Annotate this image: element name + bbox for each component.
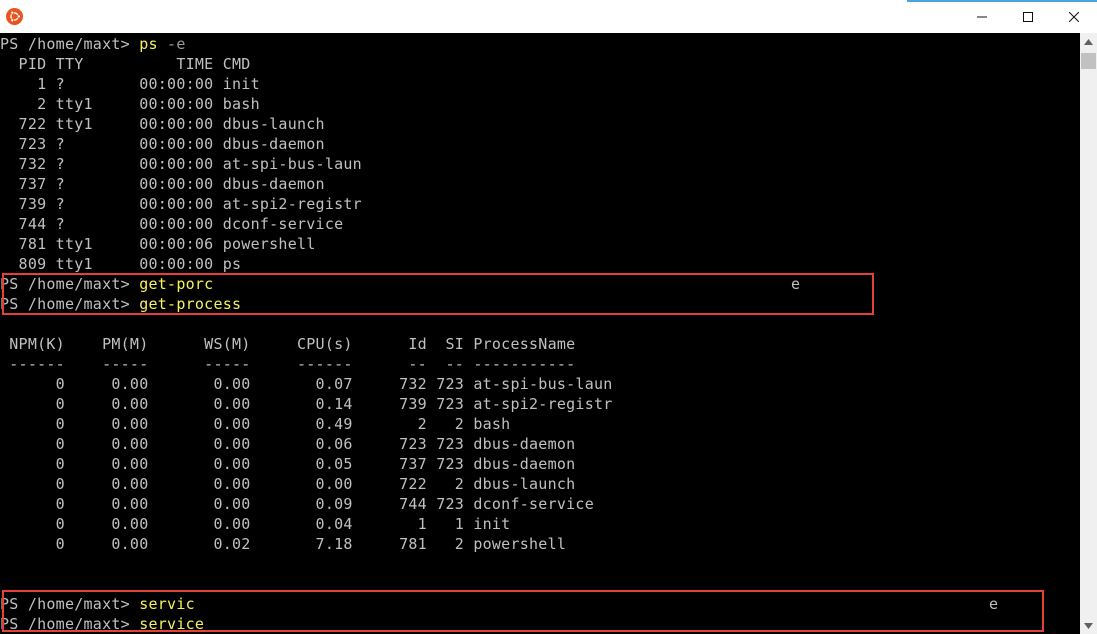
- terminal-window: PS /home/maxt> ps -e PID TTY TIME CMD 1 …: [0, 0, 1097, 634]
- ubuntu-icon: [6, 8, 23, 25]
- output-line: 0 0.00 0.00 0.07 732 723 at-spi-bus-laun: [0, 375, 613, 393]
- output-line: ------ ----- ----- ------ -- -- --------…: [0, 355, 576, 373]
- highlight-box-get-process: [2, 273, 874, 315]
- chevron-down-icon: [1084, 622, 1093, 629]
- output-line: 809 tty1 00:00:00 ps: [0, 255, 242, 273]
- output-line: 0 0.00 0.00 0.00 722 2 dbus-launch: [0, 475, 576, 493]
- highlight-box-service: [2, 590, 1044, 632]
- output-line: 0 0.00 0.00 0.05 737 723 dbus-daemon: [0, 455, 576, 473]
- output-line: 0 0.00 0.00 0.06 723 723 dbus-daemon: [0, 435, 576, 453]
- prompt-text: PS /home/maxt>: [0, 35, 140, 53]
- output-line: 0 0.00 0.02 7.18 781 2 powershell: [0, 535, 567, 553]
- command-args: -e: [157, 35, 186, 53]
- scroll-thumb[interactable]: [1081, 53, 1096, 69]
- output-line: PID TTY TIME CMD: [0, 55, 251, 73]
- close-button[interactable]: [1051, 0, 1097, 33]
- maximize-icon: [1023, 11, 1033, 22]
- chevron-up-icon: [1084, 38, 1093, 45]
- scroll-down-button[interactable]: [1080, 617, 1097, 634]
- output-line: 722 tty1 00:00:00 dbus-launch: [0, 115, 325, 133]
- output-line: 1 ? 00:00:00 init: [0, 75, 260, 93]
- output-line: 0 0.00 0.00 0.09 744 723 dconf-service: [0, 495, 594, 513]
- minimize-icon: [977, 16, 987, 17]
- output-line: 0 0.00 0.00 0.14 739 723 at-spi2-registr: [0, 395, 613, 413]
- output-line: 0 0.00 0.00 0.49 2 2 bash: [0, 415, 511, 433]
- vertical-scrollbar[interactable]: [1080, 33, 1097, 634]
- output-line: 2 tty1 00:00:00 bash: [0, 95, 260, 113]
- output-line: 737 ? 00:00:00 dbus-daemon: [0, 175, 325, 193]
- prompt-line: PS /home/maxt> ps -e: [0, 34, 186, 54]
- scroll-up-button[interactable]: [1080, 33, 1097, 50]
- close-icon: [1069, 11, 1079, 22]
- maximize-button[interactable]: [1005, 0, 1051, 33]
- output-line: 739 ? 00:00:00 at-spi2-registr: [0, 195, 362, 213]
- output-line: 744 ? 00:00:00 dconf-service: [0, 215, 344, 233]
- command-text: ps: [139, 35, 158, 53]
- console-output[interactable]: PS /home/maxt> ps -e PID TTY TIME CMD 1 …: [0, 33, 1080, 634]
- output-line: 0 0.00 0.00 0.04 1 1 init: [0, 515, 511, 533]
- output-line: 732 ? 00:00:00 at-spi-bus-laun: [0, 155, 362, 173]
- output-line: 781 tty1 00:00:06 powershell: [0, 235, 316, 253]
- output-line: NPM(K) PM(M) WS(M) CPU(s) Id SI ProcessN…: [0, 335, 576, 353]
- minimize-button[interactable]: [959, 0, 1005, 33]
- title-bar[interactable]: [0, 0, 1097, 33]
- output-line: 723 ? 00:00:00 dbus-daemon: [0, 135, 325, 153]
